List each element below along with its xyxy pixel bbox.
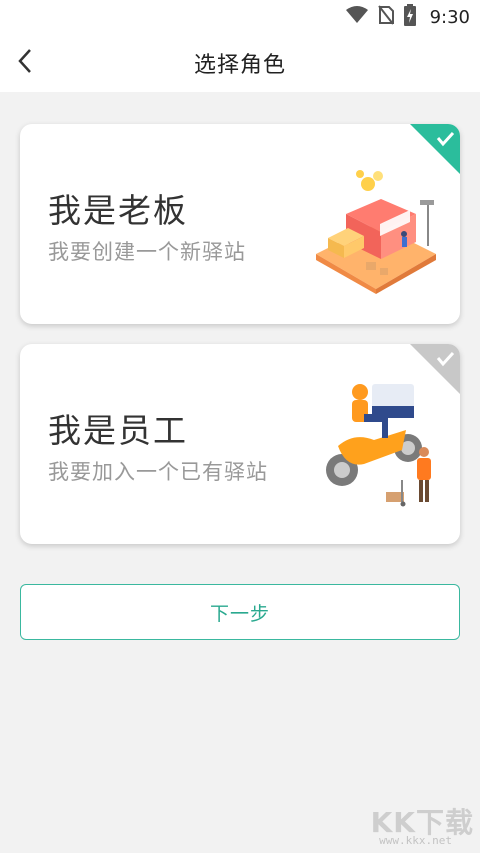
back-button[interactable] [8,46,42,80]
unselected-check-icon [410,344,460,394]
status-time: 9:30 [429,6,470,28]
role-title: 我是员工 [48,411,188,450]
role-card-boss[interactable]: 我是老板 我要创建一个新驿站 [20,124,460,324]
chevron-left-icon [16,47,34,79]
watermark-url: www.kkx.net [379,834,452,847]
role-title: 我是老板 [48,191,188,230]
next-step-button[interactable]: 下一步 [20,584,460,640]
role-subtitle: 我要创建一个新驿站 [48,240,246,264]
role-card-staff[interactable]: 我是员工 我要加入一个已有驿站 [20,344,460,544]
app-bar: 选择角色 [0,34,480,92]
status-bar: 9:30 [0,0,480,34]
no-sim-icon [377,5,394,29]
wifi-icon [345,6,368,28]
selected-check-icon [410,124,460,174]
battery-charging-icon [403,4,416,30]
shop-building-illustration [316,170,436,294]
watermark-logo: KK下载 www.kkx.net [354,801,474,847]
role-subtitle: 我要加入一个已有驿站 [48,460,268,484]
delivery-courier-illustration [326,384,431,507]
page-title: 选择角色 [193,53,286,78]
